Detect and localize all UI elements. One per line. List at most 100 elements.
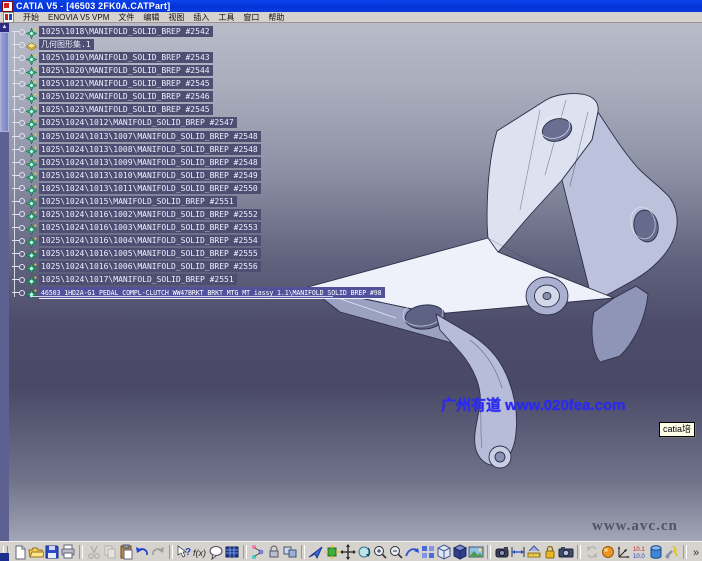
tree-item[interactable]: 1025\1024\1015\MANIFOLD_SOLID_BREP #2551 bbox=[12, 195, 237, 208]
tree-node-handle[interactable] bbox=[19, 211, 25, 217]
tree-item[interactable]: 1025\1024\1016\1006\MANIFOLD_SOLID_BREP … bbox=[12, 260, 261, 273]
tree-item[interactable]: 几何图形集.1 bbox=[12, 38, 94, 51]
menu-item-3[interactable]: 编辑 bbox=[143, 12, 159, 23]
tree-item[interactable]: 1025\1024\1013\1010\MANIFOLD_SOLID_BREP … bbox=[12, 169, 261, 182]
tree-branch-line bbox=[12, 292, 19, 293]
tree-node-handle[interactable] bbox=[19, 238, 25, 244]
viewport-3d[interactable]: 1025\1018\MANIFOLD_SOLID_BREP #2542几何图形集… bbox=[0, 23, 702, 541]
measure-between-icon[interactable] bbox=[510, 544, 526, 560]
maintenance-icon[interactable] bbox=[664, 544, 680, 560]
tree-node-handle[interactable] bbox=[19, 29, 25, 35]
tree-item[interactable]: 1025\1024\1016\1004\MANIFOLD_SOLID_BREP … bbox=[12, 234, 261, 247]
tree-item[interactable]: 1025\1022\MANIFOLD_SOLID_BREP #2546 bbox=[12, 90, 213, 103]
pan-icon[interactable] bbox=[340, 544, 356, 560]
zoom-in-icon[interactable] bbox=[372, 544, 388, 560]
comment-icon[interactable] bbox=[208, 544, 224, 560]
knowledge-ball-icon[interactable] bbox=[600, 544, 616, 560]
normal-view-icon[interactable] bbox=[404, 544, 420, 560]
tree-item[interactable]: 1025\1024\1012\MANIFOLD_SOLID_BREP #2547 bbox=[12, 116, 237, 129]
lock-part-icon[interactable] bbox=[266, 544, 282, 560]
formula-icon[interactable]: f(x) bbox=[192, 544, 208, 560]
tree-item[interactable]: 1025\1020\MANIFOLD_SOLID_BREP #2544 bbox=[12, 64, 213, 77]
menu-item-2[interactable]: 文件 bbox=[118, 12, 134, 23]
render-style-icon[interactable] bbox=[468, 544, 484, 560]
tree-node-handle[interactable] bbox=[19, 133, 25, 139]
undo-icon[interactable] bbox=[134, 544, 150, 560]
tree-item[interactable]: 1025\1024\1013\1007\MANIFOLD_SOLID_BREP … bbox=[12, 130, 261, 143]
measure-item-icon[interactable] bbox=[526, 544, 542, 560]
tree-item[interactable]: 1025\1019\MANIFOLD_SOLID_BREP #2543 bbox=[12, 51, 213, 64]
isometric-view-icon[interactable] bbox=[436, 544, 452, 560]
new-document-icon[interactable] bbox=[12, 544, 28, 560]
tree-item[interactable]: 1025\1024\1013\1008\MANIFOLD_SOLID_BREP … bbox=[12, 143, 261, 156]
tree-node-handle[interactable] bbox=[19, 42, 25, 48]
bottom-toolbar: ?f(x) 10.110.0 » bbox=[0, 541, 702, 561]
shaded-view-icon[interactable] bbox=[452, 544, 468, 560]
open-folder-icon[interactable] bbox=[28, 544, 44, 560]
mean-dimension-icon[interactable]: 10.110.0 bbox=[632, 544, 648, 560]
grid-table-icon[interactable] bbox=[224, 544, 240, 560]
catalog-icon[interactable] bbox=[648, 544, 664, 560]
tree-node-handle[interactable] bbox=[19, 68, 25, 74]
scrollbar-thumb[interactable] bbox=[0, 32, 9, 132]
tree-item-label: 1025\1024\1013\1007\MANIFOLD_SOLID_BREP … bbox=[39, 131, 261, 142]
tree-node-handle[interactable] bbox=[19, 107, 25, 113]
tree-node-handle[interactable] bbox=[19, 81, 25, 87]
tree-node-handle[interactable] bbox=[19, 198, 25, 204]
tree-node-handle[interactable] bbox=[19, 264, 25, 270]
tree-node-handle[interactable] bbox=[19, 172, 25, 178]
tree-node-handle[interactable] bbox=[19, 277, 25, 283]
tree-item[interactable]: 1025\1018\MANIFOLD_SOLID_BREP #2542 bbox=[12, 25, 213, 38]
rotate-icon[interactable] bbox=[356, 544, 372, 560]
tree-item[interactable]: 1025\1024\1013\1011\MANIFOLD_SOLID_BREP … bbox=[12, 182, 261, 195]
tree-node-handle[interactable] bbox=[19, 146, 25, 152]
turntable-icon[interactable] bbox=[494, 544, 510, 560]
axis-system-icon[interactable] bbox=[616, 544, 632, 560]
tree-item[interactable]: 1025\1024\1016\1003\MANIFOLD_SOLID_BREP … bbox=[12, 221, 261, 234]
tree-node-handle[interactable] bbox=[19, 120, 25, 126]
menu-item-8[interactable]: 帮助 bbox=[268, 12, 284, 23]
fly-mode-icon[interactable] bbox=[308, 544, 324, 560]
menu-item-4[interactable]: 视图 bbox=[168, 12, 184, 23]
tree-item[interactable]: 1025\1021\MANIFOLD_SOLID_BREP #2545 bbox=[12, 77, 213, 90]
tree-branch-line bbox=[12, 201, 19, 202]
tree-node-handle[interactable] bbox=[19, 251, 25, 257]
tree-item[interactable]: 1025\1024\1013\1009\MANIFOLD_SOLID_BREP … bbox=[12, 156, 261, 169]
fit-all-in-icon[interactable] bbox=[324, 544, 340, 560]
tree-scrollbar[interactable]: ▲ bbox=[0, 23, 9, 541]
print-icon[interactable] bbox=[60, 544, 76, 560]
lock-icon[interactable] bbox=[542, 544, 558, 560]
tree-item[interactable]: 1025\1024\1016\1002\MANIFOLD_SOLID_BREP … bbox=[12, 208, 261, 221]
tree-item-label: 1025\1024\1016\1006\MANIFOLD_SOLID_BREP … bbox=[39, 261, 261, 272]
camera-capture-icon[interactable] bbox=[558, 544, 574, 560]
graph-tree-icon[interactable] bbox=[250, 544, 266, 560]
zoom-out-icon[interactable] bbox=[388, 544, 404, 560]
paste-icon[interactable] bbox=[118, 544, 134, 560]
save-icon[interactable] bbox=[44, 544, 60, 560]
tree-item[interactable]: 1025\1023\MANIFOLD_SOLID_BREP #2545 bbox=[12, 103, 213, 116]
redo-icon bbox=[150, 544, 166, 560]
tree-item-label: 1025\1020\MANIFOLD_SOLID_BREP #2544 bbox=[39, 65, 213, 76]
menu-item-7[interactable]: 窗口 bbox=[243, 12, 259, 23]
menu-item-1[interactable]: ENOVIA V5 VPM bbox=[48, 12, 109, 23]
whats-this-icon[interactable]: ? bbox=[176, 544, 192, 560]
tree-item-selected[interactable]: 46503 1HD2A-G1 PEDAL COMPL-CLUTCH WW47BR… bbox=[12, 286, 385, 299]
tree-item[interactable]: 1025\1024\1016\1005\MANIFOLD_SOLID_BREP … bbox=[12, 247, 261, 260]
tree-node-handle[interactable] bbox=[19, 159, 25, 165]
menu-item-6[interactable]: 工具 bbox=[218, 12, 234, 23]
tree-node-handle[interactable] bbox=[19, 290, 25, 296]
scroll-up-arrow-icon[interactable]: ▲ bbox=[0, 23, 9, 32]
toolbar-overflow-icon[interactable]: » bbox=[690, 544, 702, 560]
window-layout-icon[interactable] bbox=[282, 544, 298, 560]
tree-node-handle[interactable] bbox=[19, 225, 25, 231]
tree-node-handle[interactable] bbox=[19, 55, 25, 61]
document-system-icon[interactable] bbox=[3, 12, 14, 23]
tree-item-label: 1025\1019\MANIFOLD_SOLID_BREP #2543 bbox=[39, 52, 213, 63]
tree-node-handle[interactable] bbox=[19, 94, 25, 100]
quick-view-icon[interactable] bbox=[420, 544, 436, 560]
tree-node-handle[interactable] bbox=[19, 185, 25, 191]
tree-item[interactable]: 1025\1024\1017\MANIFOLD_SOLID_BREP #2551 bbox=[12, 273, 237, 286]
menu-item-0[interactable]: 开始 bbox=[23, 12, 39, 23]
menu-item-5[interactable]: 插入 bbox=[193, 12, 209, 23]
tree-branch-line bbox=[12, 266, 19, 267]
